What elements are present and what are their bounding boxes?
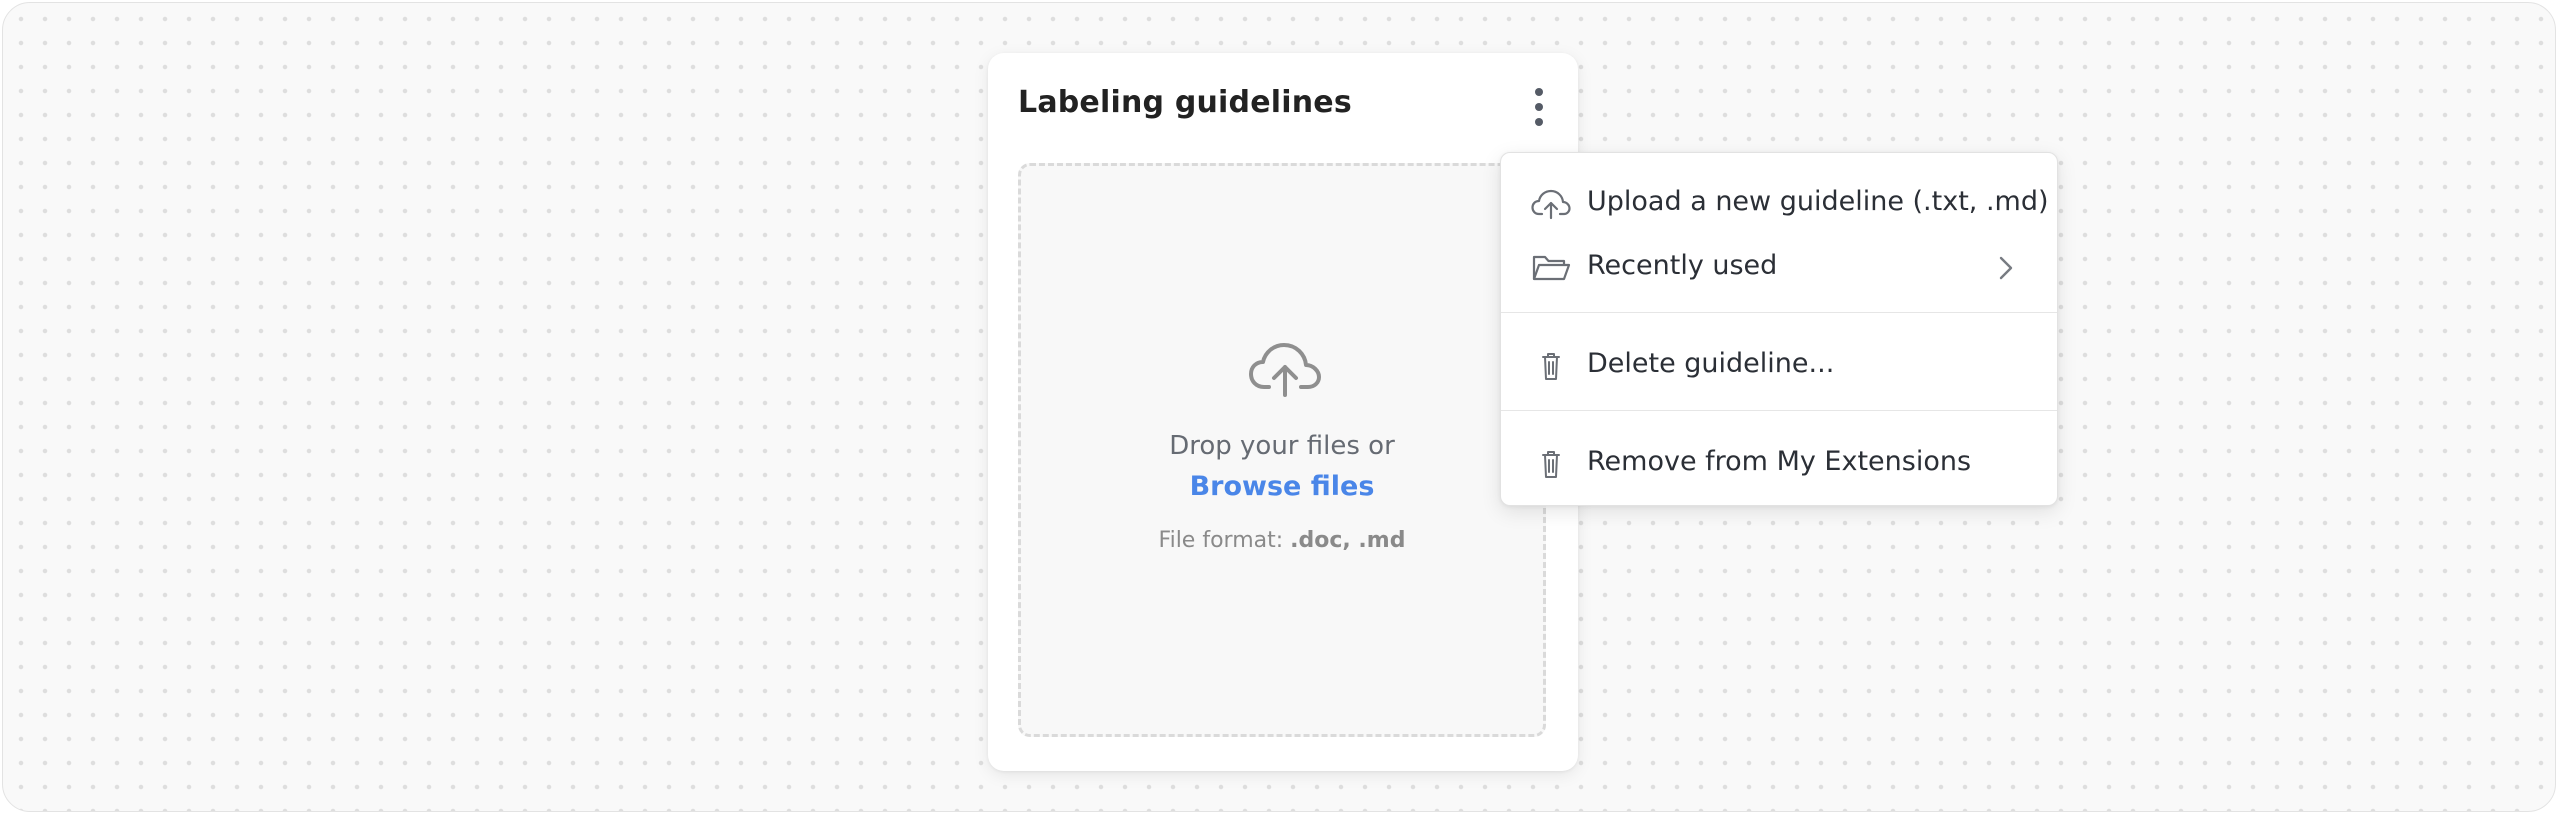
cloud-upload-icon: [1531, 189, 1571, 220]
canvas-background: Labeling guidelines Drop your files or B…: [2, 2, 2556, 812]
menu-item-remove-extension[interactable]: Remove from My Extensions: [1501, 434, 2057, 492]
menu-item-label: Upload a new guideline (.txt, .md): [1587, 186, 2049, 217]
cloud-upload-icon: [1249, 343, 1321, 397]
menu-divider: [1501, 312, 2057, 313]
file-format-label: File format:: [1158, 528, 1284, 553]
dropzone-instruction: Drop your files or: [1169, 431, 1395, 461]
file-format-values: .doc, .md: [1290, 528, 1406, 553]
guidelines-card: Labeling guidelines Drop your files or B…: [988, 53, 1578, 771]
trash-icon: [1542, 451, 1560, 478]
context-menu: Upload a new guideline (.txt, .md) Recen…: [1500, 152, 2058, 506]
menu-item-label: Recently used: [1587, 250, 1778, 281]
menu-item-label: Remove from My Extensions: [1587, 446, 1972, 477]
chevron-right-icon: [1999, 256, 2013, 280]
menu-item-delete-guideline[interactable]: Delete guideline...: [1501, 336, 2057, 394]
folder-open-icon: [1532, 255, 1571, 281]
menu-divider: [1501, 410, 2057, 411]
trash-icon: [1542, 353, 1560, 380]
file-dropzone[interactable]: Drop your files or Browse files File for…: [1018, 163, 1546, 737]
menu-item-recently-used[interactable]: Recently used: [1501, 238, 2057, 296]
more-vertical-icon[interactable]: [1529, 88, 1549, 132]
menu-item-upload-guideline[interactable]: Upload a new guideline (.txt, .md): [1501, 174, 2057, 232]
browse-files-link[interactable]: Browse files: [1021, 471, 1543, 502]
file-format-hint: File format: .doc, .md: [1021, 528, 1543, 553]
menu-item-label: Delete guideline...: [1587, 348, 1835, 379]
card-title: Labeling guidelines: [1018, 85, 1352, 120]
